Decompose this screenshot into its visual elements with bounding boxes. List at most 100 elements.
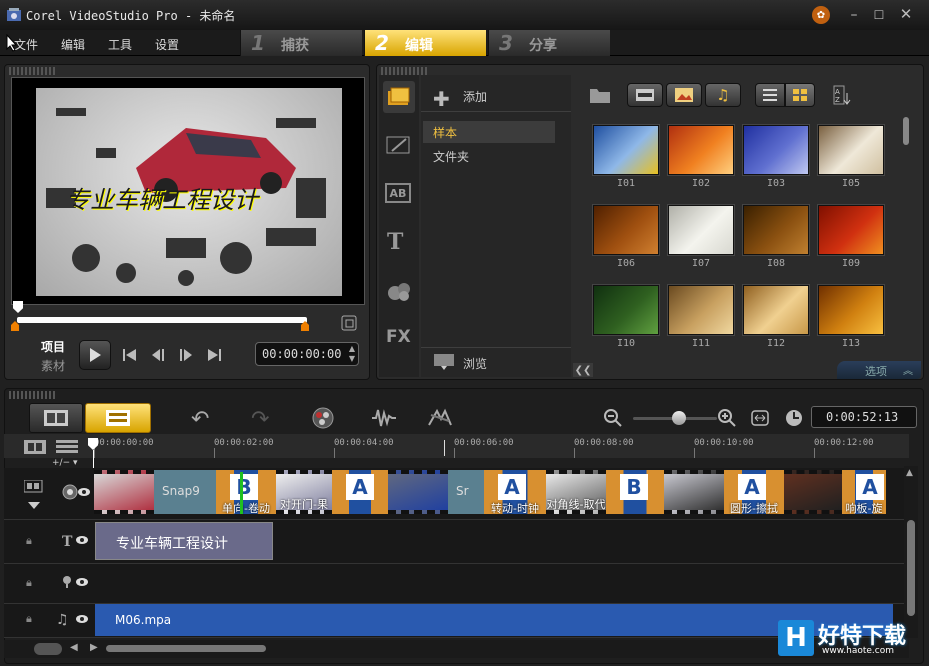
timeline-view-button[interactable]	[85, 403, 151, 433]
lock-icon-music[interactable]: 🔒︎	[26, 612, 32, 626]
library-scrollbar[interactable]	[903, 117, 909, 145]
library-thumbnail[interactable]: I05	[818, 125, 884, 189]
library-thumbnail[interactable]: I06	[593, 205, 659, 269]
video-clip[interactable]: 对角线-取代	[546, 470, 606, 514]
add-icon[interactable]: ✚	[433, 87, 450, 111]
folder-item-folder[interactable]: 文件夹	[423, 145, 555, 167]
transition-clip[interactable]: B 单向-卷动	[216, 470, 276, 514]
redo-icon[interactable]: ↷	[251, 407, 269, 432]
thumbnail-label: I03	[766, 178, 786, 189]
menu-settings[interactable]: 设置	[155, 36, 179, 53]
text-category-icon[interactable]: T	[387, 229, 403, 255]
lock-icon-voice[interactable]: 🔒︎	[26, 576, 32, 590]
clock-icon	[786, 410, 802, 426]
preview-panel: 专业车辆工程设计 项目 素材 00:00:00:00 ▲ ▼	[4, 64, 370, 380]
trim-bar[interactable]	[17, 317, 307, 323]
watermark-logo: H 好特下载 www.haote.com	[778, 618, 926, 662]
thumbnail-image	[593, 205, 659, 255]
transition-clip[interactable]: B	[606, 470, 664, 514]
thumbnail-label: I05	[841, 178, 861, 189]
video-clip[interactable]	[664, 470, 724, 514]
enlarge-icon[interactable]	[341, 315, 357, 331]
tab-capture[interactable]: 1 捕获	[240, 30, 362, 56]
transition-clip[interactable]: A 响板-旋	[842, 470, 886, 514]
library-thumbnail[interactable]: I13	[818, 285, 884, 349]
help-icon[interactable]: ✿	[812, 6, 830, 24]
transition-clip[interactable]: A	[332, 470, 388, 514]
tab-share[interactable]: 3 分享	[488, 30, 610, 56]
music-clip[interactable]: M06.mpa	[95, 604, 893, 636]
zoom-track-height-icon[interactable]	[34, 643, 62, 655]
video-track-visibility-icon[interactable]	[62, 484, 92, 500]
zoom-out-icon[interactable]	[603, 408, 623, 428]
preview-timecode-field[interactable]: 00:00:00:00 ▲ ▼	[255, 342, 359, 366]
media-category-icon[interactable]	[383, 81, 415, 113]
filter-category-icon[interactable]: FX	[386, 327, 411, 347]
timeline-vertical-scrollbar[interactable]: ▲	[904, 466, 918, 638]
auto-music-icon[interactable]	[427, 407, 453, 429]
audio-mixer-icon[interactable]	[371, 407, 397, 429]
record-capture-icon[interactable]	[311, 407, 337, 429]
zoom-slider-handle[interactable]	[672, 411, 686, 425]
graphic-category-icon[interactable]	[386, 280, 412, 302]
title-overlay-category-icon[interactable]: AB	[385, 183, 411, 203]
tab-edit[interactable]: 2 编辑	[364, 30, 486, 56]
library-thumbnail[interactable]: I10	[593, 285, 659, 349]
library-thumbnail[interactable]: I07	[668, 205, 734, 269]
browse-label[interactable]: 浏览	[463, 355, 487, 372]
add-folder-label[interactable]: 添加	[463, 88, 487, 105]
undo-icon[interactable]: ↶	[191, 407, 209, 432]
thumbnail-label: I01	[616, 178, 636, 189]
timeline-horizontal-scrollbar[interactable]: ◀ ▶	[4, 640, 909, 658]
storyboard-view-button[interactable]	[29, 403, 83, 433]
menu-edit[interactable]: 编辑	[61, 36, 85, 53]
play-button[interactable]	[79, 340, 111, 370]
video-clip[interactable]	[784, 470, 842, 514]
library-thumbnail[interactable]: I12	[743, 285, 809, 349]
fit-project-icon[interactable]	[751, 410, 769, 426]
go-to-end-icon[interactable]	[206, 348, 222, 362]
video-track-toggle-icon[interactable]	[24, 440, 48, 454]
preview-image: 专业车辆工程设计	[36, 88, 342, 296]
library-thumbnail[interactable]: I03	[743, 125, 809, 189]
browse-icon[interactable]	[433, 353, 457, 371]
mode-clip[interactable]: 素材	[41, 357, 65, 374]
video-clip[interactable]: Snap9	[154, 470, 216, 514]
track-manager-icon[interactable]	[56, 440, 78, 454]
menu-tools[interactable]: 工具	[108, 36, 132, 53]
previous-frame-icon[interactable]	[150, 348, 166, 362]
video-clip[interactable]	[388, 470, 448, 514]
options-button[interactable]: 选项 ︽	[837, 361, 921, 379]
add-remove-track-button[interactable]: +/− ▾	[52, 458, 78, 468]
transition-clip[interactable]: A 转动-时钟	[484, 470, 546, 514]
ruler-tick-label: 00:00:06:00	[454, 438, 514, 448]
collapse-track-icon[interactable]	[28, 502, 40, 510]
minimize-button[interactable]: –	[843, 5, 865, 25]
svg-text:♫: ♫	[56, 612, 69, 628]
video-clip[interactable]	[94, 470, 154, 514]
maximize-button[interactable]: ☐	[868, 5, 890, 25]
overlay-track: 🔒︎ T 专业车辆工程设计	[4, 520, 909, 564]
library-thumbnail[interactable]: I11	[668, 285, 734, 349]
lock-icon-overlay[interactable]: 🔒︎	[26, 534, 32, 548]
video-clip[interactable]: 对开门-果	[276, 470, 332, 514]
close-button[interactable]: ✕	[895, 4, 917, 24]
folder-item-samples[interactable]: 样本	[423, 121, 555, 143]
library-thumbnail[interactable]: I01	[593, 125, 659, 189]
scrubber-handle[interactable]	[13, 301, 23, 313]
library-thumbnail[interactable]: I02	[668, 125, 734, 189]
video-clip[interactable]: Sr	[448, 470, 484, 514]
transition-category-icon[interactable]	[386, 135, 412, 155]
mode-project[interactable]: 项目	[41, 338, 65, 355]
go-to-start-icon[interactable]	[122, 348, 138, 362]
thumbnail-image	[593, 125, 659, 175]
library-thumbnail[interactable]: I08	[743, 205, 809, 269]
zoom-in-icon[interactable]	[717, 408, 737, 428]
library-thumbnail[interactable]: I09	[818, 205, 884, 269]
next-frame-icon[interactable]	[178, 348, 194, 362]
collapse-library-icon[interactable]: ❮❮	[573, 363, 593, 377]
clip-caption: 圆形-擦拭	[730, 502, 778, 514]
preview-overlay-title: 专业车辆工程设计	[66, 186, 258, 214]
title-clip[interactable]: 专业车辆工程设计	[95, 522, 273, 560]
transition-clip[interactable]: A 圆形-擦拭	[724, 470, 784, 514]
